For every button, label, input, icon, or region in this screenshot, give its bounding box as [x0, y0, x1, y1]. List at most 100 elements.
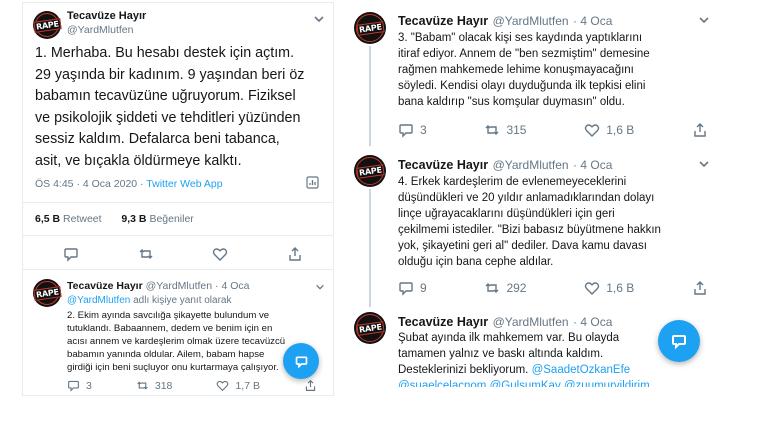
- avatar-label: RAPE: [32, 285, 62, 301]
- tweet-time[interactable]: ÖS 4:45 · 4 Oca 2020 ·: [35, 178, 146, 190]
- like-icon[interactable]: [216, 379, 229, 392]
- tweet-actions: 9 292 1,6 B: [398, 280, 708, 296]
- like-label[interactable]: Beğeniler: [149, 213, 193, 225]
- tweet-date[interactable]: · 4 Oca: [215, 280, 249, 292]
- tweet-actions: 3 315 1,6 B: [398, 122, 708, 138]
- tweet-line-with-mention: Desteklerinizi bekliyorum. @SaadetOzkanE…: [398, 362, 714, 378]
- like-count: 1,6 B: [606, 123, 635, 137]
- tweet-header: Tecavüze Hayır @YardMlutfen · 4 Oca: [398, 12, 612, 30]
- tweet-line: söyledi. Kendisi olayı duyduğunda ilk te…: [398, 80, 646, 92]
- author-handle[interactable]: @YardMlutfen: [67, 24, 134, 36]
- chevron-down-icon[interactable]: [698, 14, 710, 26]
- like-count: 1,7 B: [235, 379, 260, 392]
- share-icon[interactable]: [287, 246, 303, 262]
- divider: [23, 235, 333, 236]
- chart-icon[interactable]: [306, 176, 319, 189]
- tweet-stats: 6,5 B Retweet 9,3 B Beğeniler: [35, 213, 194, 225]
- retweet-icon[interactable]: [136, 379, 149, 392]
- retweet-action[interactable]: 292: [484, 280, 526, 296]
- chevron-down-icon[interactable]: [313, 13, 325, 25]
- retweet-label[interactable]: Retweet: [63, 213, 102, 225]
- share-icon[interactable]: [304, 379, 317, 392]
- retweet-icon[interactable]: [138, 246, 154, 262]
- retweet-count: 318: [154, 379, 173, 392]
- reply-count: 3: [86, 379, 92, 392]
- tweet-line: Desteklerinizi bekliyorum.: [398, 364, 532, 376]
- author-handle[interactable]: @YardMlutfen: [493, 315, 569, 329]
- avatar-label: RAPE: [32, 17, 62, 33]
- retweet-icon[interactable]: [484, 122, 500, 138]
- compose-button[interactable]: [658, 320, 700, 362]
- tweet-actions: 3 318 1,7 B: [67, 379, 317, 392]
- share-icon[interactable]: [692, 280, 708, 296]
- tweet-line: yok, şikayetini geri al" dediler. Dava k…: [398, 240, 647, 252]
- tweet-line: itiraf ediyor. Annem de "ben sezmiştim" …: [398, 48, 650, 60]
- like-icon[interactable]: [584, 280, 600, 296]
- reply-icon[interactable]: [398, 280, 414, 296]
- avatar[interactable]: RAPE: [354, 312, 386, 344]
- tweet-line: bana kaldırıp "sus komşular duymasın" ol…: [398, 96, 625, 108]
- like-count[interactable]: 9,3 B: [121, 213, 146, 225]
- tweet-text: 4. Erkek kardeşlerim de evlenemeyecekler…: [398, 174, 714, 270]
- author-handle[interactable]: @YardMlutfen: [146, 280, 213, 292]
- reply-action[interactable]: 3: [398, 122, 427, 138]
- reply-count: 3: [420, 123, 427, 137]
- like-icon[interactable]: [584, 122, 600, 138]
- tweet-source[interactable]: Twitter Web App: [146, 178, 222, 190]
- reply-action[interactable]: 3: [67, 379, 92, 392]
- retweet-count: 292: [506, 281, 527, 295]
- tweet-date[interactable]: · 4 Oca: [573, 158, 612, 172]
- reply-icon[interactable]: [63, 246, 79, 262]
- tweet-line: olduğu için bana cephe aldılar.: [398, 256, 554, 268]
- reply-action[interactable]: 9: [398, 280, 427, 296]
- chevron-down-icon[interactable]: [698, 158, 710, 170]
- retweet-action[interactable]: 315: [484, 122, 526, 138]
- mention-link[interactable]: @suaelcelacnom @GulsumKav @zuumurvildiri…: [398, 378, 714, 387]
- author-name[interactable]: Tecavüze Hayır: [398, 158, 488, 172]
- author-handle[interactable]: @YardMlutfen: [493, 158, 569, 172]
- retweet-action[interactable]: 318: [136, 379, 173, 392]
- reply-count: 9: [420, 281, 427, 295]
- right-tweet-panel: RAPE Tecavüze Hayır @YardMlutfen · 4 Oca…: [342, 2, 720, 396]
- tweet-line: düşündükleri ve 20 yıldır anlamadıkların…: [398, 192, 655, 204]
- divider: [23, 269, 333, 270]
- author-name[interactable]: Tecavüze Hayır: [398, 315, 488, 329]
- share-icon[interactable]: [692, 122, 708, 138]
- avatar[interactable]: RAPE: [32, 279, 62, 307]
- tweet-header: Tecavüze Hayır @YardMlutfen · 4 Oca: [398, 313, 612, 331]
- compose-icon: [295, 356, 307, 369]
- tweet-line: 29 yaşında bir kadınım. 9 yaşından beri …: [35, 66, 305, 83]
- like-action[interactable]: 1,6 B: [584, 122, 634, 138]
- like-action[interactable]: 1,6 B: [584, 280, 634, 296]
- like-action[interactable]: 1,7 B: [216, 379, 260, 392]
- mention-link[interactable]: @SaadetOzkanEfe: [532, 364, 631, 376]
- reply-icon[interactable]: [67, 379, 80, 392]
- reply-context: @YardMlutfen adlı kişiye yanıt olarak: [67, 295, 232, 306]
- retweet-count[interactable]: 6,5 B: [35, 213, 60, 225]
- author-handle[interactable]: @YardMlutfen: [493, 14, 569, 28]
- retweet-icon[interactable]: [484, 280, 500, 296]
- avatar[interactable]: RAPE: [354, 12, 386, 44]
- author-name[interactable]: Tecavüze Hayır: [67, 280, 143, 292]
- like-icon[interactable]: [212, 246, 228, 262]
- tweet-line: rağmen mahkemede lehime konuşmayacağını: [398, 64, 634, 76]
- tweet-timestamp: ÖS 4:45 · 4 Oca 2020 · Twitter Web App: [35, 178, 223, 190]
- reply-header: Tecavüze Hayır @YardMlutfen · 4 Oca: [67, 280, 249, 292]
- chevron-down-icon[interactable]: [315, 282, 325, 292]
- tweet-date[interactable]: · 4 Oca: [573, 14, 612, 28]
- tweet-line: çekilmemi istediler. "Bizi babasız büyüt…: [398, 224, 661, 236]
- author-name[interactable]: Tecavüze Hayır: [398, 14, 488, 28]
- tweet-line: 3. "Babam" olacak kişi ses kaydında yapt…: [398, 32, 643, 44]
- avatar[interactable]: RAPE: [354, 155, 386, 187]
- tweet-line: 4. Erkek kardeşlerim de evlenemeyecekler…: [398, 176, 627, 188]
- compose-button[interactable]: [283, 343, 319, 379]
- tweet-actions: [63, 246, 303, 262]
- tweet-line: 2. Ekim ayında savcılığa şikayette bulun…: [67, 310, 270, 321]
- reply-to-handle[interactable]: @YardMlutfen: [67, 295, 130, 306]
- author-name[interactable]: Tecavüze Hayır: [67, 10, 146, 22]
- like-count: 1,6 B: [606, 281, 635, 295]
- tweet-date[interactable]: · 4 Oca: [573, 315, 612, 329]
- avatar[interactable]: RAPE: [32, 11, 62, 39]
- reply-icon[interactable]: [398, 122, 414, 138]
- tweet-line: ve psikolojik şiddeti ve tehditleri yüzü…: [35, 109, 301, 126]
